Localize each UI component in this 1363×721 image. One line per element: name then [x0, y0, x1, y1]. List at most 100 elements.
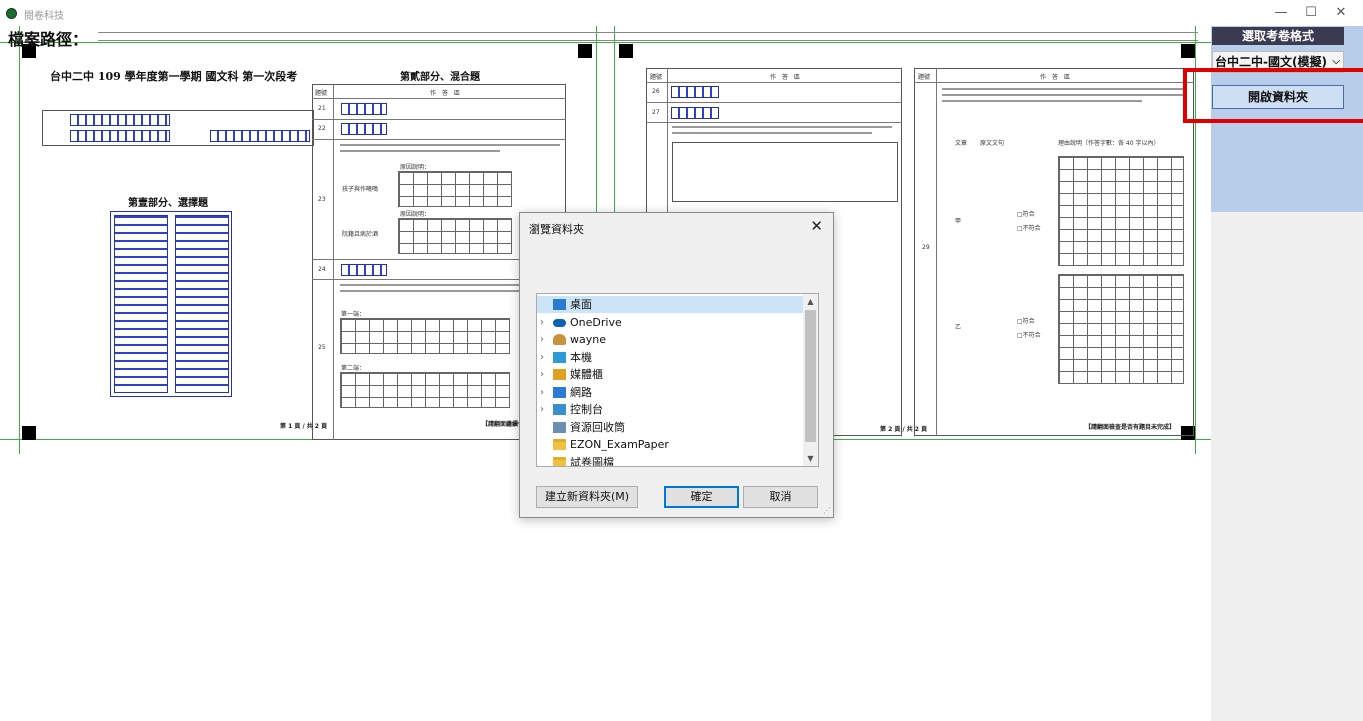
app-logo-icon	[6, 8, 17, 19]
question-text	[942, 100, 1142, 102]
tree-item[interactable]: › 控制台	[537, 401, 805, 418]
tree-item[interactable]: › 網路	[537, 384, 805, 401]
tree-item[interactable]: EZON_ExamPaper	[537, 436, 805, 453]
question-text	[672, 132, 872, 134]
row-label: 甲	[955, 218, 962, 225]
maximize-button[interactable]: ☐	[1296, 4, 1326, 22]
exam-header: 台中二中 109 學年度第一學期 國文科 第一次段考	[50, 70, 298, 83]
cloud-icon	[553, 318, 566, 327]
folder-tree[interactable]: 桌面 › OneDrive › wayne › 本機 › 媒體櫃 › 網路 › 控制台 資源回收筒 EZON…	[536, 293, 819, 467]
registration-mark	[1181, 44, 1195, 58]
expand-arrow-icon[interactable]: ›	[540, 314, 544, 331]
section-choice-title: 第壹部分、選擇題	[128, 198, 208, 209]
writing-grid	[398, 171, 512, 207]
browse-folder-dialog: 瀏覽資料夾 ✕ 桌面 › OneDrive › wayne › 本機 › 媒體櫃 › 網路 › 控制台資…	[519, 212, 834, 518]
question-number: 26	[652, 88, 660, 95]
table-header-text: 文章	[955, 140, 968, 147]
writing-grid	[340, 318, 510, 354]
computer-icon	[553, 351, 566, 363]
writing-grid	[398, 218, 512, 254]
network-icon	[553, 386, 566, 398]
table-divider	[936, 68, 937, 436]
tree-item[interactable]: › 媒體櫃	[537, 366, 805, 383]
expand-arrow-icon[interactable]: ›	[540, 401, 544, 418]
answer-bubbles	[341, 123, 387, 135]
expand-arrow-icon[interactable]: ›	[540, 384, 544, 401]
minimize-button[interactable]: —	[1266, 4, 1296, 22]
table-divider	[333, 84, 334, 440]
user-icon	[553, 334, 566, 345]
id-table	[42, 110, 314, 146]
question-number: 27	[652, 109, 660, 116]
scroll-thumb[interactable]	[805, 310, 816, 442]
compare-table	[672, 142, 898, 202]
guide-line	[19, 26, 20, 454]
table-divider	[312, 139, 566, 140]
tree-item-label: 資源回收筒	[570, 420, 625, 434]
path-input[interactable]	[98, 32, 1198, 41]
sub-question-label: 阮籍且病於酒	[342, 231, 379, 238]
tree-item[interactable]: › wayne	[537, 331, 805, 348]
tree-item-label: 媒體櫃	[570, 368, 603, 381]
reason-label: 原因說明：	[400, 164, 431, 171]
choice-bubbles-1	[114, 215, 168, 393]
registration-mark	[578, 44, 592, 58]
table-divider	[646, 82, 902, 83]
writing-grid	[340, 372, 510, 408]
scroll-down-icon[interactable]: ▼	[803, 451, 818, 466]
section-mixed-title: 第貳部分、混合題	[400, 72, 480, 83]
writing-grid	[1058, 156, 1184, 266]
question-text	[942, 94, 1186, 96]
tree-item[interactable]: › 本機	[537, 349, 805, 366]
option-text: □符合	[1017, 211, 1035, 218]
expand-arrow-icon[interactable]: ›	[540, 366, 544, 383]
tree-item[interactable]: 桌面	[537, 296, 805, 313]
ok-button[interactable]: 確定	[664, 486, 739, 508]
app-window: 閱卷科技 — ☐ ✕ 台中二中 109 學年度第一學期 國文科 第一次段考 第壹…	[0, 0, 1363, 721]
table-divider	[914, 82, 1194, 83]
tree-scrollbar[interactable]: ▲ ▼	[803, 294, 818, 466]
desktop-icon	[553, 299, 566, 310]
tree-item-label: EZON_ExamPaper	[570, 438, 669, 451]
choice-bubbles-2	[175, 215, 229, 393]
option-text: □符合	[1017, 318, 1035, 325]
new-folder-button[interactable]: 建立新資料夾(M)	[536, 486, 638, 508]
path-row: 檔案路徑：	[8, 26, 89, 49]
question-no-header: 題號	[315, 90, 328, 97]
close-window-button[interactable]: ✕	[1326, 4, 1356, 22]
table-divider	[646, 102, 902, 103]
title-bar: 閱卷科技 — ☐ ✕	[0, 0, 1363, 26]
question-text	[942, 88, 1186, 90]
table-header-text: 理由說明（作答字數：各 40 字以內）	[1058, 140, 1160, 147]
tree-item[interactable]: 試卷圖檔	[537, 454, 805, 467]
expand-arrow-icon[interactable]: ›	[540, 331, 544, 348]
cancel-button[interactable]: 取消	[743, 486, 818, 508]
tree-item[interactable]: 資源回收筒	[537, 419, 805, 436]
blank-label: 第一端：	[341, 311, 366, 318]
table-header-text: 原文文句	[980, 140, 1005, 147]
answer-bubbles	[671, 86, 719, 98]
folder-icon	[553, 439, 566, 450]
scroll-up-icon[interactable]: ▲	[803, 294, 818, 309]
blank-label: 第二端：	[341, 365, 366, 372]
table-divider	[312, 98, 566, 99]
tree-item-label: OneDrive	[570, 315, 622, 329]
answer-bubbles	[671, 107, 719, 119]
question-text	[340, 150, 500, 152]
dialog-title: 瀏覽資料夾	[529, 223, 584, 236]
path-label: 檔案路徑：	[8, 30, 89, 49]
answer-area-header: 作 答 區	[430, 90, 461, 97]
window-title: 閱卷科技	[24, 11, 64, 22]
dialog-close-button[interactable]: ✕	[810, 217, 823, 235]
page-footer-note: 【請翻面檢查是否有題目未完成】	[1085, 424, 1176, 431]
expand-arrow-icon[interactable]: ›	[540, 349, 544, 366]
resize-grip-icon[interactable]: ⋰	[823, 506, 831, 515]
control-panel-icon	[553, 404, 566, 415]
tree-item-label: 試卷圖檔	[570, 455, 614, 467]
option-text: □不符合	[1017, 225, 1041, 232]
tree-item[interactable]: › OneDrive	[537, 314, 805, 331]
question-number: 21	[318, 105, 326, 112]
question-number: 22	[318, 125, 326, 132]
tree-item-label: 桌面	[570, 298, 592, 311]
question-no-header: 題號	[650, 74, 663, 81]
